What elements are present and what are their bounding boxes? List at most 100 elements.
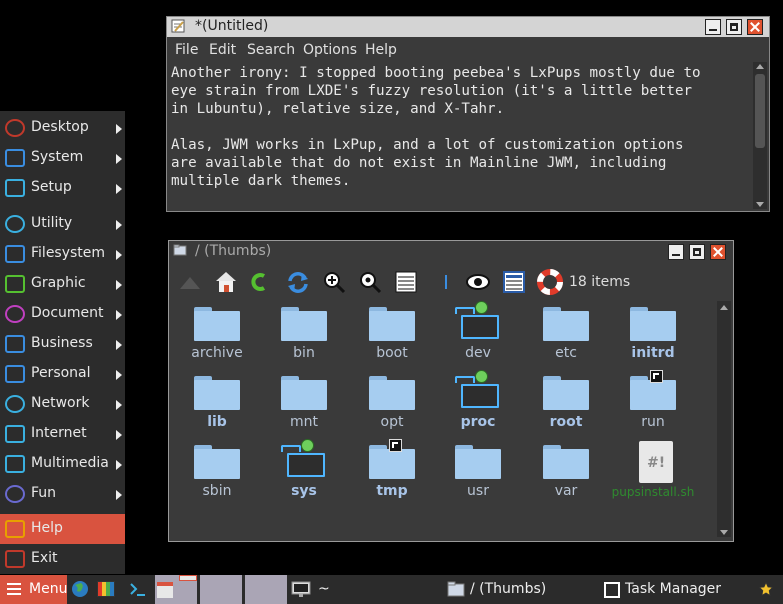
details-view-icon[interactable] bbox=[501, 269, 527, 295]
file-item[interactable]: initrd bbox=[609, 301, 697, 367]
task-task-manager[interactable]: Task Manager bbox=[625, 581, 721, 597]
file-item[interactable]: boot bbox=[348, 301, 436, 367]
task-manager-icon bbox=[604, 582, 620, 598]
file-item[interactable]: tmp bbox=[348, 439, 436, 505]
filesystem-icon bbox=[5, 245, 25, 263]
start-menu-item-label: Network bbox=[31, 395, 90, 411]
start-menu-item-help[interactable]: Help bbox=[0, 514, 125, 544]
maximize-button[interactable] bbox=[689, 244, 705, 260]
editor-text-area[interactable]: Another irony: I stopped booting peebea'… bbox=[171, 64, 749, 207]
start-menu-item-label: Business bbox=[31, 335, 93, 351]
minimize-button[interactable] bbox=[705, 19, 721, 35]
submenu-arrow-icon bbox=[116, 400, 122, 410]
file-item[interactable]: proc bbox=[434, 370, 522, 436]
file-name: pupsinstall.sh bbox=[611, 485, 695, 499]
start-menu-item-exit[interactable]: Exit bbox=[0, 544, 125, 574]
refresh-icon[interactable] bbox=[285, 269, 311, 295]
scroll-up-arrow-icon[interactable] bbox=[756, 64, 764, 69]
folder-icon bbox=[455, 301, 501, 341]
start-menu-item-document[interactable]: Document bbox=[0, 299, 125, 329]
refresh-green-icon[interactable] bbox=[247, 269, 273, 295]
eye-icon[interactable] bbox=[465, 269, 491, 295]
start-menu-item-utility[interactable]: Utility bbox=[0, 209, 125, 239]
menu-button[interactable]: Menu bbox=[0, 575, 67, 604]
file-item[interactable]: sbin bbox=[173, 439, 261, 505]
folder-icon bbox=[630, 370, 676, 410]
workspace-3[interactable] bbox=[245, 575, 287, 604]
terminal-task-label[interactable]: ~ bbox=[318, 581, 330, 597]
editor-titlebar[interactable]: *(Untitled) bbox=[167, 17, 769, 37]
start-menu-item-internet[interactable]: Internet bbox=[0, 419, 125, 449]
menu-options[interactable]: Options bbox=[303, 42, 357, 58]
lifebuoy-help-icon[interactable] bbox=[537, 269, 563, 295]
workspace-1[interactable] bbox=[155, 575, 197, 604]
task-thumbs[interactable]: / (Thumbs) bbox=[470, 581, 546, 597]
start-menu-item-network[interactable]: Network bbox=[0, 389, 125, 419]
file-name: tmp bbox=[376, 483, 408, 499]
file-item[interactable]: opt bbox=[348, 370, 436, 436]
zoom-fit-icon[interactable] bbox=[357, 269, 383, 295]
folder-icon bbox=[281, 307, 327, 341]
close-button[interactable] bbox=[747, 19, 763, 35]
start-menu-item-desktop[interactable]: Desktop bbox=[0, 113, 125, 143]
file-item[interactable]: dev bbox=[434, 301, 522, 367]
submenu-arrow-icon bbox=[116, 154, 122, 164]
start-menu-item-system[interactable]: System bbox=[0, 143, 125, 173]
globe-icon[interactable] bbox=[70, 579, 90, 599]
zoom-in-icon[interactable] bbox=[321, 269, 347, 295]
file-manager-window: / (Thumbs) 18 items archive bin boot dev… bbox=[168, 240, 734, 542]
file-item[interactable]: sys bbox=[260, 439, 348, 505]
graphic-icon bbox=[5, 275, 25, 293]
file-item[interactable]: bin bbox=[260, 301, 348, 367]
start-menu-item-multimedia[interactable]: Multimedia bbox=[0, 449, 125, 479]
start-menu-item-personal[interactable]: Personal bbox=[0, 359, 125, 389]
up-arrow-icon[interactable] bbox=[177, 269, 203, 295]
start-menu-item-setup[interactable]: Setup bbox=[0, 173, 125, 203]
menu-search[interactable]: Search bbox=[247, 42, 295, 58]
file-item[interactable]: run bbox=[609, 370, 697, 436]
submenu-arrow-icon bbox=[116, 184, 122, 194]
file-item[interactable]: root bbox=[522, 370, 610, 436]
file-item[interactable]: mnt bbox=[260, 370, 348, 436]
file-item[interactable]: etc bbox=[522, 301, 610, 367]
exit-icon bbox=[5, 550, 25, 568]
start-menu-item-fun[interactable]: Fun bbox=[0, 479, 125, 509]
close-button[interactable] bbox=[710, 244, 726, 260]
monitor-icon[interactable] bbox=[291, 579, 311, 599]
menu-help[interactable]: Help bbox=[365, 42, 397, 58]
scroll-down-arrow-icon[interactable] bbox=[756, 202, 764, 207]
script-file-icon: #! bbox=[639, 441, 673, 483]
fm-titlebar[interactable]: / (Thumbs) bbox=[169, 241, 733, 263]
editor-scrollbar[interactable] bbox=[753, 62, 767, 209]
file-name: dev bbox=[465, 345, 491, 361]
scroll-up-arrow-icon[interactable] bbox=[720, 305, 728, 310]
file-item[interactable]: #! pupsinstall.sh bbox=[609, 439, 697, 505]
fm-scrollbar[interactable] bbox=[717, 301, 731, 537]
file-item[interactable]: archive bbox=[173, 301, 261, 367]
color-palette-icon[interactable] bbox=[96, 579, 116, 599]
menu-edit[interactable]: Edit bbox=[209, 42, 236, 58]
folder-icon bbox=[543, 376, 589, 410]
terminal-prompt-icon[interactable] bbox=[128, 579, 148, 599]
file-name: archive bbox=[191, 345, 243, 361]
maximize-button[interactable] bbox=[726, 19, 742, 35]
minimize-button[interactable] bbox=[668, 244, 684, 260]
scroll-down-arrow-icon[interactable] bbox=[720, 530, 728, 535]
file-item[interactable]: usr bbox=[434, 439, 522, 505]
start-menu-item-graphic[interactable]: Graphic bbox=[0, 269, 125, 299]
home-icon[interactable] bbox=[213, 269, 239, 295]
file-item[interactable]: lib bbox=[173, 370, 261, 436]
network-icon bbox=[5, 395, 25, 413]
submenu-arrow-icon bbox=[116, 310, 122, 320]
start-menu-item-label: Exit bbox=[31, 550, 58, 566]
file-name: proc bbox=[460, 414, 496, 430]
list-view-icon[interactable] bbox=[393, 269, 419, 295]
star-icon[interactable] bbox=[758, 579, 774, 599]
menu-file[interactable]: File bbox=[175, 42, 198, 58]
scroll-thumb[interactable] bbox=[755, 74, 765, 148]
start-menu-item-label: Setup bbox=[31, 179, 72, 195]
file-item[interactable]: var bbox=[522, 439, 610, 505]
start-menu-item-filesystem[interactable]: Filesystem bbox=[0, 239, 125, 269]
start-menu-item-business[interactable]: Business bbox=[0, 329, 125, 359]
workspace-2[interactable] bbox=[200, 575, 242, 604]
